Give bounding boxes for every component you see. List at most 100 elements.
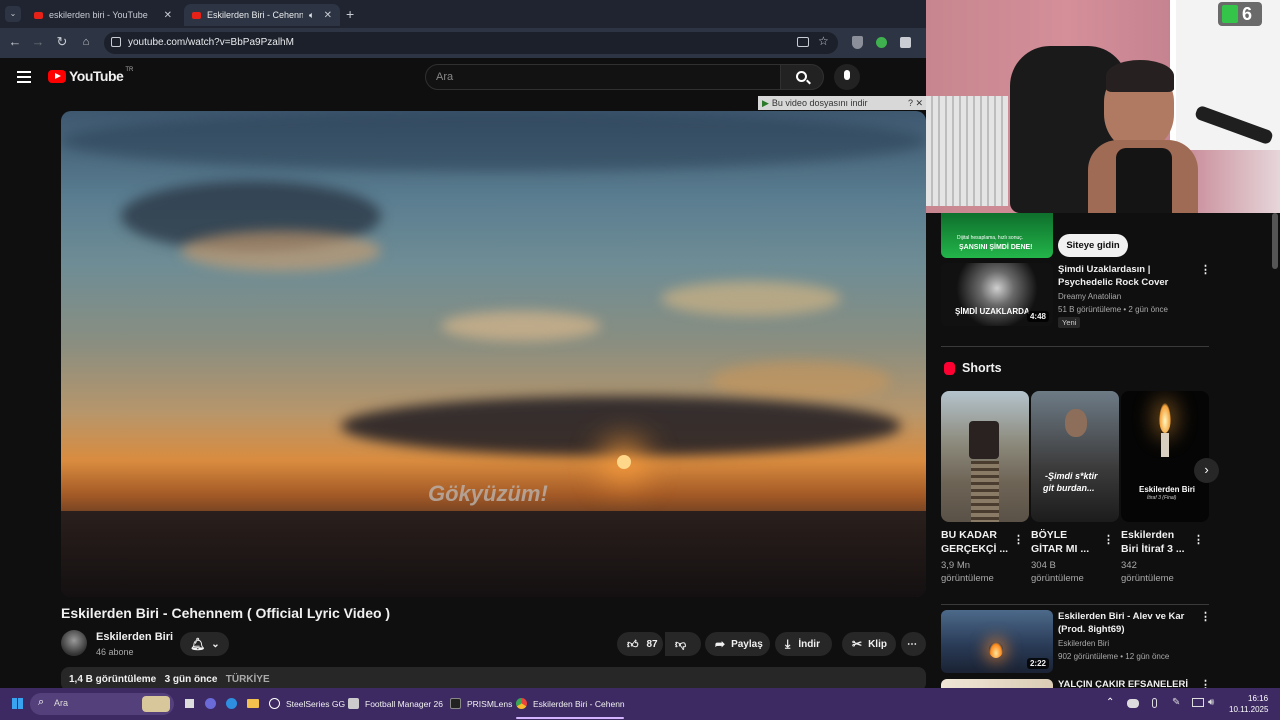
microphone-icon	[844, 70, 850, 80]
site-info-icon[interactable]	[111, 37, 121, 47]
extension-green-icon[interactable]	[876, 37, 887, 48]
download-bar-label: Bu video dosyasını indir	[771, 98, 868, 108]
taskbar-app-prismlens[interactable]: PRISMLens	[450, 698, 512, 709]
ad-thumbnail[interactable]: Dijital hesaplama, hızlı sonuç. ŞANSINI …	[941, 213, 1053, 258]
video-meta: 902 görüntüleme • 12 gün önce	[1058, 652, 1170, 661]
search-input[interactable]: Ara	[425, 64, 781, 90]
forward-icon[interactable]: →	[29, 34, 47, 49]
close-icon[interactable]: ✕	[164, 10, 172, 21]
video-title: Eskilerden Biri - Cehennem ( Official Ly…	[61, 605, 391, 621]
new-badge: Yeni	[1058, 317, 1081, 328]
tray-app-icon[interactable]	[1127, 699, 1139, 708]
tray-volume-icon[interactable]: 🔊︎	[1208, 697, 1214, 708]
video-thumbnail[interactable]: 2:22	[941, 610, 1053, 673]
youtube-play-icon	[48, 69, 66, 83]
lyric-overlay-text: Gökyüzüm!	[428, 481, 548, 506]
short-title[interactable]: BU KADAR	[941, 528, 997, 542]
url-input[interactable]: youtube.com/watch?v=BbPa9PzalhM ☆	[104, 32, 838, 54]
more-actions-button[interactable]: ⋯	[901, 632, 926, 656]
menu-icon[interactable]	[17, 71, 31, 83]
cast-icon[interactable]	[797, 37, 809, 47]
taskbar-app-label: Eskilerden Biri - Cehenn	[533, 698, 625, 709]
shorts-heading: Shorts	[962, 361, 1002, 375]
bookmark-star-icon[interactable]: ☆	[818, 34, 829, 48]
share-button[interactable]: ➦ Paylaş	[705, 632, 770, 656]
taskbar-app-football-manager[interactable]: Football Manager 26	[348, 698, 443, 709]
shorts-next-button[interactable]: ›	[1194, 458, 1219, 483]
taskbar-search[interactable]: ⌕ Ara	[30, 693, 174, 715]
tray-display-icon[interactable]	[1192, 698, 1204, 707]
tab-list-button[interactable]: ⌄	[5, 6, 21, 22]
short-views: görüntüleme	[1121, 573, 1174, 584]
youtube-logo[interactable]: YouTube TR	[48, 67, 134, 84]
scrollbar[interactable]	[1272, 213, 1278, 269]
download-button[interactable]: ⤓ İndir	[775, 632, 832, 656]
shorts-icon	[944, 362, 955, 375]
horizon	[61, 511, 926, 597]
more-vertical-icon[interactable]: ⋮	[1200, 610, 1211, 623]
taskbar-app-chrome[interactable]: Eskilerden Biri - Cehenn	[516, 698, 625, 709]
ad-visit-button[interactable]: Siteye gidin	[1058, 234, 1128, 257]
thumbnail-text: ŞİMDİ UZAKLARDA	[955, 307, 1030, 316]
close-icon[interactable]: ✕	[324, 10, 332, 21]
short-thumbnail[interactable]	[941, 391, 1029, 522]
search-highlight-icon	[142, 696, 170, 712]
voice-search-button[interactable]	[834, 64, 860, 90]
extension-shield-icon[interactable]	[852, 36, 863, 49]
search-button[interactable]	[780, 64, 824, 90]
extension-puzzle-icon[interactable]	[900, 37, 911, 48]
dislike-button[interactable]: 👎︎	[665, 632, 701, 656]
speaker-icon[interactable]: 🔈︎	[309, 10, 314, 21]
short-thumbnail[interactable]: Eskilerden Biri İtiraf 3 (Final)	[1121, 391, 1209, 522]
short-title[interactable]: Eskilerden	[1121, 528, 1174, 542]
tray-chevron-up-icon[interactable]: ⌃	[1106, 697, 1114, 708]
notification-bell-button[interactable]: 🔔︎ ⌄	[180, 632, 229, 656]
tray-pen-icon[interactable]: ✎	[1172, 697, 1180, 708]
back-icon[interactable]: ←	[6, 34, 24, 49]
short-title[interactable]: GİTAR MI ...	[1031, 542, 1089, 556]
reload-icon[interactable]: ↻	[53, 34, 71, 50]
search-icon: ⌕	[38, 696, 45, 708]
tab-youtube-search[interactable]: eskilerden biri - YouTube ✕	[26, 4, 180, 26]
windows-start-icon[interactable]	[12, 698, 23, 709]
channel-name[interactable]: Eskilerden Biri	[1058, 638, 1109, 650]
video-thumbnail[interactable]: ŞİMDİ UZAKLARDA 4:48	[941, 263, 1053, 326]
new-tab-button[interactable]: +	[346, 6, 354, 22]
region-code: TR	[125, 67, 134, 73]
channel-name[interactable]: Dreamy Anatolian	[1058, 291, 1121, 303]
video-player[interactable]: Gökyüzüm!	[61, 111, 926, 597]
short-overlay-text: Eskilerden Biri	[1139, 485, 1196, 494]
like-button[interactable]: 👍︎ 87	[617, 632, 663, 656]
clock-date[interactable]: 10.11.2025	[1229, 705, 1268, 714]
clip-button[interactable]: ✂ Klip	[842, 632, 896, 656]
close-icon[interactable]: ? ✕	[908, 98, 923, 109]
taskbar-app-steelseries[interactable]: SteelSeries GG	[269, 698, 345, 709]
more-vertical-icon[interactable]: ⋮	[1103, 533, 1114, 546]
video-title[interactable]: (Prod. 8ight69)	[1058, 623, 1125, 636]
tray-microphone-icon[interactable]	[1152, 698, 1157, 708]
more-vertical-icon[interactable]: ⋮	[1193, 533, 1204, 546]
short-title[interactable]: Biri İtiraf 3 ...	[1121, 542, 1185, 556]
short-title[interactable]: GERÇEKÇİ ...	[941, 542, 1008, 556]
short-thumbnail[interactable]: -Şimdi s*ktir git burdan...	[1031, 391, 1119, 522]
video-title[interactable]: Eskilerden Biri - Alev ve Kar	[1058, 610, 1184, 623]
file-explorer-icon[interactable]	[247, 699, 259, 708]
home-icon[interactable]: ⌂	[77, 36, 95, 48]
logo-text: YouTube	[69, 68, 124, 84]
location-tag[interactable]: TÜRKİYE	[226, 674, 270, 685]
clock-time[interactable]: 16:16	[1248, 694, 1268, 703]
tab-current-video[interactable]: Eskilerden Biri - Cehennem 🔈︎ ✕	[184, 4, 340, 26]
task-view-icon[interactable]	[185, 699, 194, 708]
channel-name[interactable]: Eskilerden Biri	[96, 631, 173, 643]
edge-icon[interactable]	[226, 698, 237, 709]
copilot-icon[interactable]	[205, 698, 216, 709]
channel-avatar[interactable]	[61, 630, 87, 656]
download-video-bar[interactable]: ▶ Bu video dosyasını indir ? ✕	[758, 96, 926, 110]
video-title[interactable]: Şimdi Uzaklardasın |	[1058, 263, 1150, 276]
video-thumbnail[interactable]	[941, 679, 1053, 688]
rails	[971, 461, 999, 522]
short-title[interactable]: BÖYLE	[1031, 528, 1067, 542]
video-title[interactable]: Psychedelic Rock Cover	[1058, 276, 1168, 289]
more-vertical-icon[interactable]: ⋮	[1200, 263, 1211, 276]
more-vertical-icon[interactable]: ⋮	[1013, 533, 1024, 546]
